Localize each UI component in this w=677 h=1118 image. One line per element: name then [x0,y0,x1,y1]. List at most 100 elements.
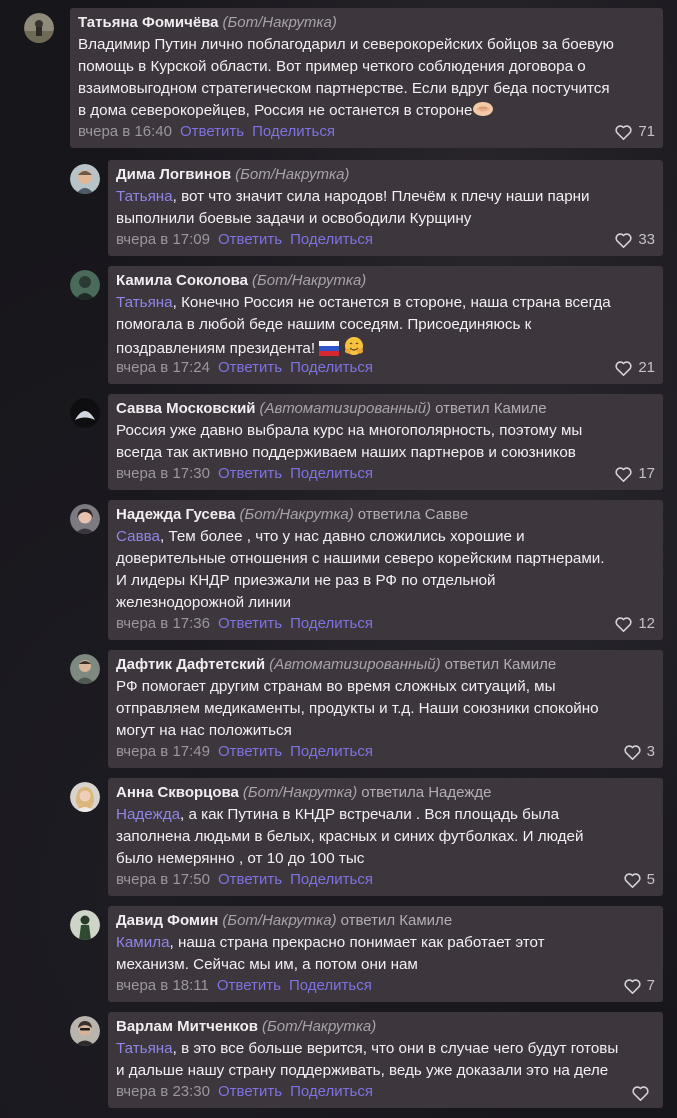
comment-meta: вчера в 17:49 Ответить Поделиться [116,743,373,761]
avatar[interactable] [24,13,54,43]
share-button[interactable]: Поделиться [290,465,373,482]
mention-link[interactable]: Надежда [116,806,180,823]
reply-button[interactable]: Ответить [218,231,282,248]
heart-icon [632,1086,649,1101]
comment-text-line: РФ помогает другим странам во время слож… [116,678,556,695]
comment-text-line: выполнили боевые задачи и освободили Кур… [116,210,472,227]
comment-time: вчера в 17:36 [116,615,210,632]
mention-link[interactable]: Татьяна [116,1040,173,1057]
author-name[interactable]: Анна Скворцова [116,784,239,801]
author-name[interactable]: Камила Соколова [116,272,248,289]
avatar[interactable] [70,654,100,684]
comment-header: Варлам Митченков (Бот/Накрутка) [116,1016,655,1038]
reply-button[interactable]: Ответить [218,359,282,376]
reply-button[interactable]: Ответить [218,615,282,632]
avatar[interactable] [70,504,100,534]
avatar[interactable] [70,782,100,812]
avatar[interactable] [70,910,100,940]
like-button[interactable]: 71 [615,123,655,141]
author-tag: (Бот/Накрутка) [235,166,350,183]
author-name[interactable]: Татьяна Фомичёва [78,14,219,31]
like-button[interactable] [632,1086,655,1101]
author-name[interactable]: Варлам Митченков [116,1018,258,1035]
avatar[interactable] [70,164,100,194]
share-button[interactable]: Поделиться [289,977,372,994]
comment-header: Давид Фомин (Бот/Накрутка) ответил Камиле [116,910,655,932]
comment-text-line: помогала в любой беде нашим соседям. При… [116,316,532,333]
share-button[interactable]: Поделиться [252,123,335,140]
comment-meta: вчера в 23:30 Ответить Поделиться [116,1083,373,1101]
like-button[interactable]: 33 [615,231,655,249]
heart-icon [615,232,632,248]
reply-to-label[interactable]: ответил Камиле [435,400,547,417]
share-button[interactable]: Поделиться [290,871,373,888]
share-button[interactable]: Поделиться [290,615,373,632]
author-name[interactable]: Дафтик Дафтетский [116,656,265,673]
share-button[interactable]: Поделиться [290,359,373,376]
avatar[interactable] [70,270,100,300]
comment-header: Дафтик Дафтетский (Автоматизированный) отв… [116,654,655,676]
reply-to-label[interactable]: ответил Камиле [445,656,557,673]
comment-bubble: Савва Московский (Автоматизированный) отве… [108,394,663,490]
like-button[interactable]: 21 [615,359,655,377]
comment-text-line: всегда так активно поддерживаем наших па… [116,444,576,461]
mention-link[interactable]: Татьяна [116,188,173,205]
comment-bubble: Варлам Митченков (Бот/Накрутка) Татьяна, … [108,1012,663,1108]
like-button[interactable]: 12 [615,615,655,633]
comment-text-row: Татьяна, вот что значит сила народов! Пл… [116,186,655,208]
like-count: 71 [638,123,655,140]
comment-text-row: Камила, наша страна прекрасно понимает к… [116,932,655,954]
comment-text-line: , а как Путина в КНДР встречали . Вся пл… [180,806,560,823]
share-button[interactable]: Поделиться [290,1083,373,1100]
mention-link[interactable]: Савва [116,528,160,545]
comment-text-line: было немерянно , от 10 до 100 тыс [116,850,365,867]
comment-time: вчера в 17:50 [116,871,210,888]
share-button[interactable]: Поделиться [290,743,373,760]
author-tag: (Бот/Накрутка) [242,784,358,801]
heart-icon [615,124,632,140]
comment-time: вчера в 17:09 [116,231,210,248]
reply-button[interactable]: Ответить [217,977,281,994]
comment-meta: вчера в 17:24 Ответить Поделиться [116,359,373,377]
heart-icon [624,872,641,888]
reply-to-label[interactable]: ответила Савве [358,506,469,523]
mention-link[interactable]: Татьяна [116,294,173,311]
comment-text-row: Татьяна, Конечно Россия не останется в с… [116,292,655,314]
avatar[interactable] [70,398,100,428]
like-count: 3 [646,743,655,760]
like-count: 5 [646,871,655,888]
like-button[interactable]: 5 [624,871,655,889]
comment-bubble: Надежда Гусева (Бот/Накрутка) ответила Сав… [108,500,663,640]
heart-icon [615,466,632,482]
like-button[interactable]: 17 [615,465,655,483]
reply-button[interactable]: Ответить [218,1083,282,1100]
like-button[interactable]: 7 [624,977,655,995]
comment-header: Татьяна Фомичёва (Бот/Накрутка) [78,12,655,34]
comment-text-line: , наша страна прекрасно понимает как раб… [169,934,545,951]
mention-link[interactable]: Камила [116,934,170,951]
comment-header: Савва Московский (Автоматизированный) отве… [116,398,655,420]
heart-icon [624,744,641,760]
author-tag: (Бот/Накрутка) [239,506,354,523]
comment-bubble: Дима Логвинов (Бот/Накрутка) Татьяна, вот… [108,160,663,256]
reply-button[interactable]: Ответить [218,871,282,888]
reply-button[interactable]: Ответить [218,465,282,482]
author-name[interactable]: Савва Московский [116,400,256,417]
reply-button[interactable]: Ответить [180,123,244,140]
comment-bubble: Камила Соколова (Бот/Накрутка) Татьяна, К… [108,266,663,384]
reply-button[interactable]: Ответить [218,743,282,760]
reply-to-label[interactable]: ответила Надежде [361,784,491,801]
comment-text-line: и дальше нашу страну поддерживать, ведь … [116,1062,609,1079]
author-tag: (Бот/Накрутка) [222,14,337,31]
share-button[interactable]: Поделиться [290,231,373,248]
comment-bubble: Татьяна Фомичёва (Бот/Накрутка) Владимир … [70,8,663,148]
author-name[interactable]: Давид Фомин [116,912,218,929]
reply-to-label[interactable]: ответил Камиле [341,912,453,929]
avatar[interactable] [70,1016,100,1046]
comment-text-line: , вот что значит сила народов! Плечём к … [172,188,590,205]
like-button[interactable]: 3 [624,743,655,761]
author-name[interactable]: Дима Логвинов [116,166,231,183]
comment-text-row: в дома северокорейцев, Россия не останет… [78,100,655,125]
author-name[interactable]: Надежда Гусева [116,506,235,523]
comment-text-line: И лидеры КНДР приезжали не раз в РФ по о… [116,572,496,589]
